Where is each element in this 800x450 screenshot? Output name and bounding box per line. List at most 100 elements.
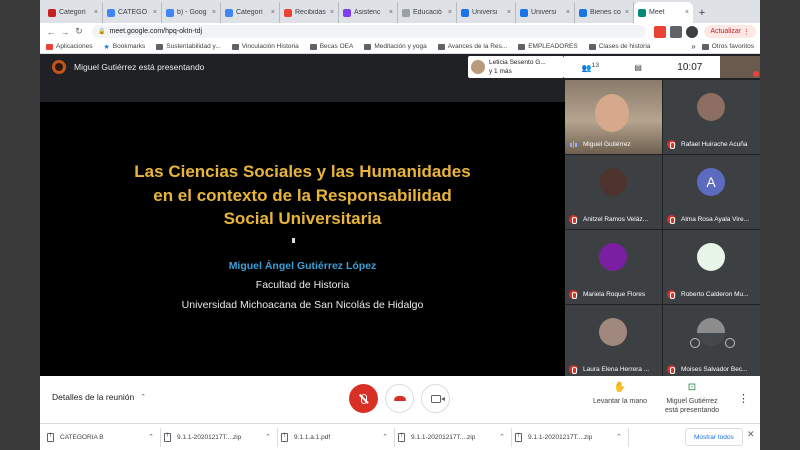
browser-tab[interactable]: CATEGO ×: [103, 2, 162, 23]
browser-tab[interactable]: Educació ×: [398, 2, 457, 23]
meeting-details-button[interactable]: Detalles de la reunión ⌃: [52, 392, 146, 402]
bookmarks-bar: Aplicaciones ★ Bookmarks Sustentabilidad y.…: [40, 40, 760, 54]
extension-icon[interactable]: [654, 25, 667, 38]
update-button[interactable]: Actualizar ⋮: [704, 25, 756, 38]
chevron-up-icon[interactable]: ⌃: [616, 433, 622, 441]
close-tab-icon[interactable]: ×: [448, 9, 452, 16]
download-item[interactable]: 9.1.1-20201217T....zip ⌃: [512, 427, 629, 447]
browser-tab[interactable]: Meet ×: [634, 2, 693, 23]
close-tab-icon[interactable]: ×: [685, 9, 689, 16]
browser-tab[interactable]: Asistenc ×: [339, 2, 398, 23]
bookmark-item[interactable]: Clases de historia: [588, 43, 650, 50]
close-tab-icon[interactable]: ×: [271, 9, 275, 16]
bookmark-label: Vinculación Historia: [241, 43, 299, 50]
microphone-toggle-button[interactable]: [349, 384, 378, 413]
folder-icon: [231, 43, 239, 50]
browser-tab[interactable]: Universi ×: [516, 2, 575, 23]
chevron-up-icon[interactable]: ⌃: [499, 433, 505, 441]
bookmark-item[interactable]: Meditación y yoga: [364, 43, 427, 50]
bookmark-item[interactable]: EMPLEADORES: [518, 43, 578, 50]
tab-label: Universi: [472, 9, 498, 16]
favicon-icon: [638, 8, 646, 17]
bookmark-item[interactable]: ★ Bookmarks: [104, 43, 146, 51]
people-icon[interactable]: 👥13: [582, 62, 599, 73]
mic-off-icon: [360, 393, 367, 404]
chevron-up-icon[interactable]: ⌃: [382, 433, 388, 441]
profile-avatar[interactable]: [686, 25, 699, 38]
browser-tab[interactable]: Categorí ×: [221, 2, 280, 23]
slide-title: Las Ciencias Sociales y las Humanidades …: [134, 162, 471, 228]
browser-tab[interactable]: Categorí ×: [44, 2, 103, 23]
bookmark-item[interactable]: Sustentabilidad y...: [156, 43, 221, 50]
participant-name: Miguel Gutiérrez: [583, 141, 631, 148]
close-tab-icon[interactable]: ×: [94, 9, 98, 16]
lock-icon: 🔒: [98, 29, 106, 35]
show-all-downloads-button[interactable]: Mostrar todos: [685, 428, 743, 446]
participant-tile[interactable]: Miguel Gutiérrez: [565, 80, 662, 154]
raise-hand-button[interactable]: ✋ Levantar la mano: [583, 383, 657, 407]
participant-tile[interactable]: Roberto Calderon Mu...: [663, 230, 760, 304]
pin-icon[interactable]: [689, 338, 700, 348]
browser-tab[interactable]: Recibidas ×: [280, 2, 339, 23]
bookmark-label: Becas OEA: [319, 43, 354, 50]
close-tab-icon[interactable]: ×: [153, 9, 157, 16]
download-item[interactable]: 9.1.1-20201217T....zip ⌃: [161, 427, 278, 447]
download-item[interactable]: 9.1.1-20201217T....zip ⌃: [395, 427, 512, 447]
presenting-text: Miguel Gutiérrez está presentando: [74, 62, 205, 72]
download-item[interactable]: CATEGORIA B ⌃: [44, 427, 161, 447]
avatar: [599, 168, 627, 196]
more-options-icon[interactable]: ⋮: [738, 392, 749, 405]
close-tab-icon[interactable]: ×: [625, 9, 629, 16]
forward-arrow-icon[interactable]: →: [58, 27, 72, 37]
download-filename: 9.1.1.a.1.pdf: [294, 433, 331, 441]
browser-tab[interactable]: b) - Goog ×: [162, 2, 221, 23]
star-icon: ★: [103, 43, 110, 51]
tab-label: CATEGO: [118, 9, 148, 16]
participant-name: Mariela Roque Flores: [583, 291, 646, 298]
other-bookmarks[interactable]: Otros favoritos: [701, 43, 754, 50]
address-bar[interactable]: 🔒 meet.google.com/hpq-oktn-tdj: [92, 25, 647, 38]
participant-tile[interactable]: Mariela Roque Flores: [565, 230, 662, 304]
browser-tab[interactable]: Bienes co ×: [575, 2, 634, 23]
presentation-slide: Las Ciencias Sociales y las Humanidades …: [40, 102, 565, 376]
participant-tile[interactable]: Rafael Huirache Acuña: [663, 80, 760, 154]
bookmark-label: Bookmarks: [112, 43, 146, 50]
close-tab-icon[interactable]: ×: [507, 9, 511, 16]
close-tab-icon[interactable]: ×: [330, 9, 334, 16]
close-icon[interactable]: ✕: [747, 429, 755, 440]
folder-icon: [309, 43, 317, 50]
browser-tab[interactable]: Universi ×: [457, 2, 516, 23]
tab-label: Meet: [649, 9, 665, 16]
participant-tile[interactable]: A Alma Rosa Ayala Vire...: [663, 155, 760, 229]
chevron-up-icon[interactable]: ⌃: [265, 433, 271, 441]
chat-icon[interactable]: ▤: [634, 63, 642, 72]
chevron-up-icon[interactable]: ⌃: [148, 433, 154, 441]
slide-author: Miguel Ángel Gutiérrez López: [228, 260, 377, 272]
tab-label: Recibidas: [295, 9, 326, 16]
reload-icon[interactable]: ↻: [72, 26, 86, 37]
back-arrow-icon[interactable]: ←: [44, 27, 58, 37]
participant-tile[interactable]: Laura Elena Herrera ...: [565, 305, 662, 379]
bookmark-item[interactable]: Aplicaciones: [46, 43, 93, 50]
bookmarks-overflow-icon[interactable]: »: [691, 42, 695, 51]
participant-tile[interactable]: Anitzel Ramos Veláz...: [565, 155, 662, 229]
camera-toggle-button[interactable]: [421, 384, 450, 413]
mute-participant-icon[interactable]: [724, 338, 735, 348]
close-tab-icon[interactable]: ×: [566, 9, 570, 16]
chevron-up-icon: ⌃: [140, 394, 147, 401]
close-tab-icon[interactable]: ×: [389, 9, 393, 16]
favicon-icon: [461, 8, 469, 17]
presentation-button[interactable]: ⊡ Miguel Gutiérrez está presentando: [655, 383, 729, 415]
close-tab-icon[interactable]: ×: [212, 9, 216, 16]
leave-call-button[interactable]: [385, 384, 414, 413]
bookmark-item[interactable]: Becas OEA: [309, 43, 354, 50]
self-view-thumbnail[interactable]: [720, 56, 760, 78]
bookmark-item[interactable]: Avances de la Res...: [437, 43, 507, 50]
active-speaker-chip[interactable]: Leticia Sesento G... y 1 más: [468, 56, 564, 78]
new-tab-icon[interactable]: +: [693, 2, 711, 23]
tab-label: Educació: [413, 9, 442, 16]
bookmark-item[interactable]: Vinculación Historia: [231, 43, 299, 50]
download-item[interactable]: 9.1.1.a.1.pdf ⌃: [278, 427, 395, 447]
tile-hover-controls[interactable]: [677, 333, 747, 353]
extension-icon[interactable]: [670, 25, 683, 38]
